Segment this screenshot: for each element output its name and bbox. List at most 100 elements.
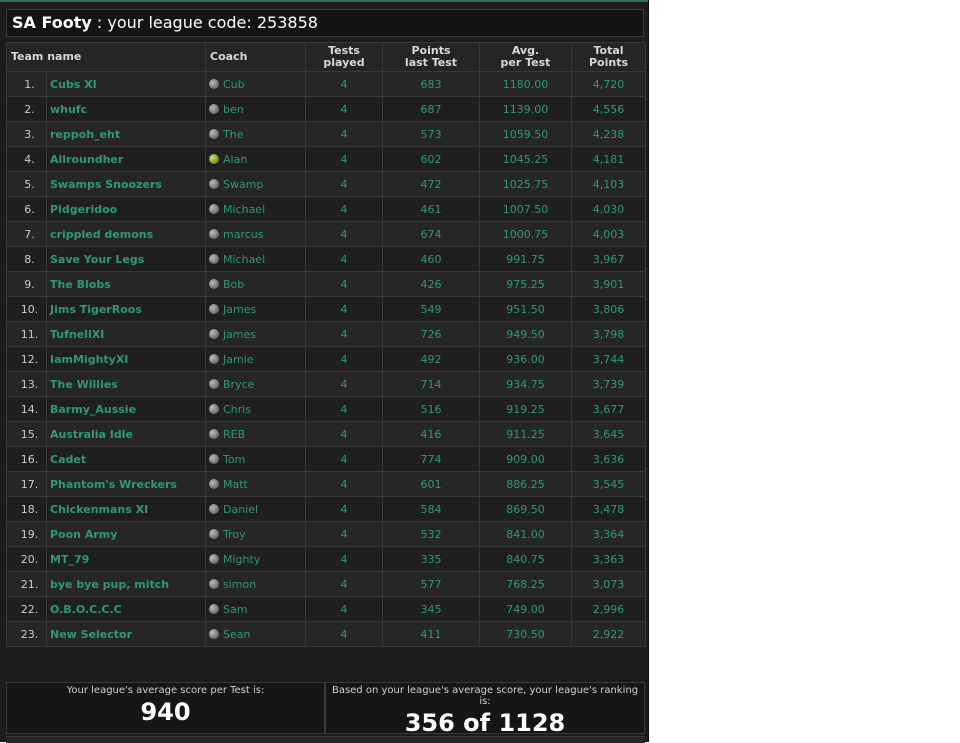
team-rank: 14.: [6, 396, 47, 422]
coach-name-label[interactable]: Jamie: [223, 353, 254, 366]
coach-name-link[interactable]: Mighty: [205, 546, 306, 572]
coach-name-label[interactable]: Chris: [223, 403, 251, 416]
team-name-link[interactable]: The Blobs: [46, 271, 206, 297]
coach-name-label[interactable]: Mighty: [223, 553, 260, 566]
coach-name-link[interactable]: ben: [205, 96, 306, 122]
avg-per-test: 841.00: [479, 521, 572, 547]
coach-name-link[interactable]: simon: [205, 571, 306, 597]
table-row: 20. MT_79 Mighty 4 335 840.75 3,363: [6, 546, 646, 572]
coach-name-link[interactable]: Cub: [205, 71, 306, 97]
column-header-tests-played[interactable]: Tests played: [305, 42, 383, 72]
coach-name-label[interactable]: Tom: [223, 453, 245, 466]
coach-name-link[interactable]: The: [205, 121, 306, 147]
avg-per-test: 1045.25: [479, 146, 572, 172]
coach-name-label[interactable]: Matt: [223, 478, 248, 491]
team-name-link[interactable]: The Willies: [46, 371, 206, 397]
coach-name-link[interactable]: Daniel: [205, 496, 306, 522]
team-name-link[interactable]: Cadet: [46, 446, 206, 472]
team-name-link[interactable]: Allroundher: [46, 146, 206, 172]
coach-name-label[interactable]: REB: [223, 428, 245, 441]
coach-name-link[interactable]: Sam: [205, 596, 306, 622]
coach-name-label[interactable]: Bob: [223, 278, 244, 291]
team-name-link[interactable]: Chickenmans XI: [46, 496, 206, 522]
tests-played: 4: [305, 346, 383, 372]
coach-status-icon: [209, 328, 219, 339]
coach-name-label[interactable]: Troy: [223, 528, 246, 541]
coach-name-link[interactable]: REB: [205, 421, 306, 447]
team-name-link[interactable]: IamMightyXI: [46, 346, 206, 372]
team-name-link[interactable]: crippled demons: [46, 221, 206, 247]
points-last-test: 726: [382, 321, 480, 347]
table-row: 14. Barmy_Aussie Chris 4 516 919.25 3,677: [6, 396, 646, 422]
column-header-total-points[interactable]: Total Points: [571, 42, 646, 72]
team-name-link[interactable]: Save Your Legs: [46, 246, 206, 272]
coach-name-link[interactable]: Swamp: [205, 171, 306, 197]
team-name-link[interactable]: O.B.O.C.C.C: [46, 596, 206, 622]
tests-played: 4: [305, 546, 383, 572]
total-points: 4,181: [571, 146, 646, 172]
team-name-link[interactable]: Swamps Snoozers: [46, 171, 206, 197]
coach-name-link[interactable]: james: [205, 321, 306, 347]
coach-name-link[interactable]: Bob: [205, 271, 306, 297]
team-name-link[interactable]: New Selector: [46, 621, 206, 647]
coach-name-link[interactable]: Chris: [205, 396, 306, 422]
coach-name-label[interactable]: Daniel: [223, 503, 258, 516]
coach-name-label[interactable]: Michael: [223, 203, 265, 216]
team-name-link[interactable]: Phantom's Wreckers: [46, 471, 206, 497]
coach-name-link[interactable]: Tom: [205, 446, 306, 472]
points-last-test: 674: [382, 221, 480, 247]
coach-name-label[interactable]: simon: [223, 578, 256, 591]
team-name-link[interactable]: whufc: [46, 96, 206, 122]
coach-name-label[interactable]: The: [223, 128, 243, 141]
team-rank: 23.: [6, 621, 47, 647]
team-name-link[interactable]: Poon Army: [46, 521, 206, 547]
coach-name-link[interactable]: marcus: [205, 221, 306, 247]
avg-per-test: 1025.75: [479, 171, 572, 197]
team-name-link[interactable]: Pidgeridoo: [46, 196, 206, 222]
coach-name-label[interactable]: Bryce: [223, 378, 254, 391]
coach-name-label[interactable]: Cub: [223, 78, 245, 91]
column-header-coach[interactable]: Coach: [205, 42, 306, 72]
coach-name-label[interactable]: James: [223, 303, 256, 316]
coach-status-icon: [209, 303, 219, 314]
points-last-test: 577: [382, 571, 480, 597]
coach-name-label[interactable]: marcus: [223, 228, 264, 241]
team-name-link[interactable]: reppoh_eht: [46, 121, 206, 147]
avg-per-test: 768.25: [479, 571, 572, 597]
tests-played: 4: [305, 196, 383, 222]
column-header-team[interactable]: Team name: [6, 42, 206, 72]
league-average-label: Your league's average score per Test is:: [66, 685, 265, 696]
coach-name-link[interactable]: Jamie: [205, 346, 306, 372]
coach-status-icon: [209, 203, 219, 214]
coach-name-link[interactable]: Troy: [205, 521, 306, 547]
avg-per-test: 975.25: [479, 271, 572, 297]
tests-played: 4: [305, 446, 383, 472]
coach-name-link[interactable]: Michael: [205, 196, 306, 222]
tests-played: 4: [305, 321, 383, 347]
coach-name-link[interactable]: Bryce: [205, 371, 306, 397]
team-name-link[interactable]: Cubs XI: [46, 71, 206, 97]
coach-name-label[interactable]: Sam: [223, 603, 247, 616]
column-header-avg-per-test[interactable]: Avg. per Test: [479, 42, 572, 72]
coach-name-link[interactable]: James: [205, 296, 306, 322]
column-header-points-last-test[interactable]: Points last Test: [382, 42, 480, 72]
coach-name-label[interactable]: james: [223, 328, 256, 341]
team-name-link[interactable]: Australia Idle: [46, 421, 206, 447]
coach-name-link[interactable]: Matt: [205, 471, 306, 497]
team-name-link[interactable]: TufnellXI: [46, 321, 206, 347]
coach-status-icon: [209, 103, 219, 114]
coach-name-label[interactable]: Swamp: [223, 178, 263, 191]
coach-name-link[interactable]: Michael: [205, 246, 306, 272]
coach-status-icon: [209, 353, 219, 364]
points-last-test: 426: [382, 271, 480, 297]
coach-name-label[interactable]: Sean: [223, 628, 250, 641]
coach-name-label[interactable]: ben: [223, 103, 244, 116]
coach-name-link[interactable]: Alan: [205, 146, 306, 172]
team-name-link[interactable]: bye bye pup, mitch: [46, 571, 206, 597]
coach-name-link[interactable]: Sean: [205, 621, 306, 647]
team-name-link[interactable]: Jims TigerRoos: [46, 296, 206, 322]
team-name-link[interactable]: MT_79: [46, 546, 206, 572]
team-name-link[interactable]: Barmy_Aussie: [46, 396, 206, 422]
coach-name-label[interactable]: Michael: [223, 253, 265, 266]
coach-name-label[interactable]: Alan: [223, 153, 247, 166]
